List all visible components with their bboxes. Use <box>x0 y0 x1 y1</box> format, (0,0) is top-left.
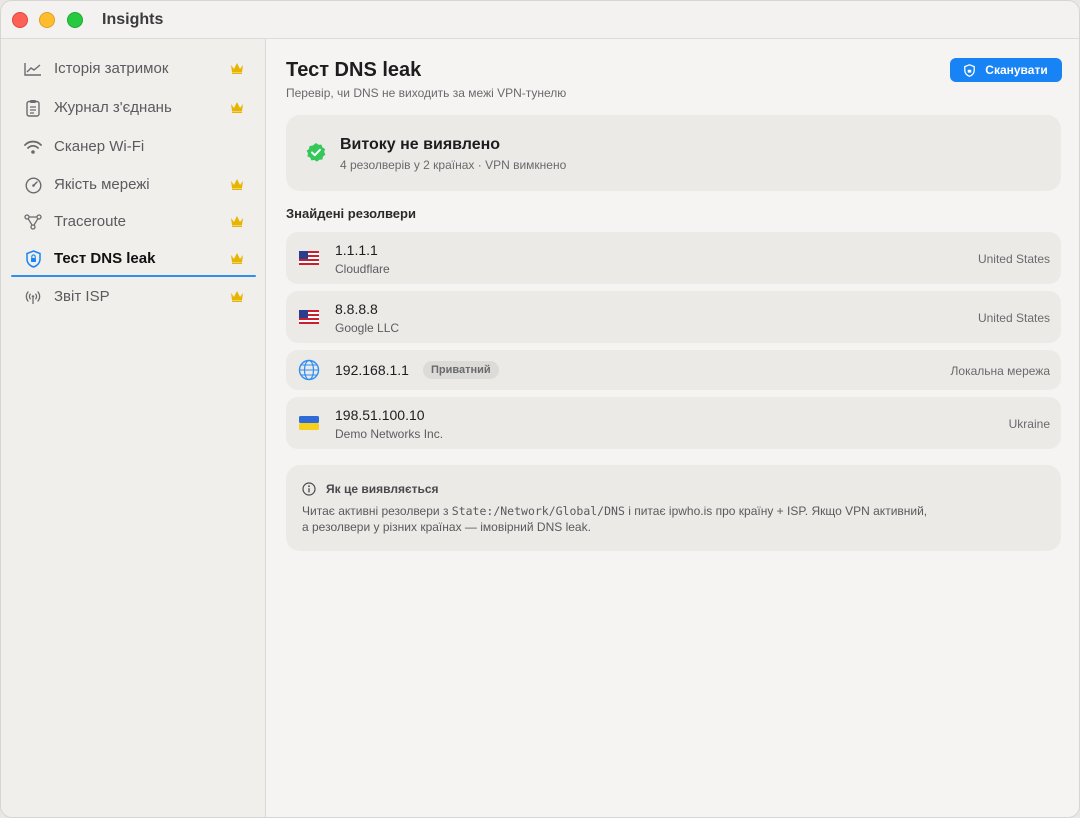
antenna-icon <box>23 288 43 306</box>
shield-icon <box>964 63 976 77</box>
active-indicator <box>11 275 256 277</box>
resolver-row[interactable]: 198.51.100.10 Demo Networks Inc. Ukraine <box>286 397 1061 449</box>
resolver-ip: 8.8.8.8 <box>335 301 378 317</box>
info-icon <box>302 482 316 496</box>
info-code: State:/Network/Global/DNS <box>451 504 625 518</box>
info-body: Читає активні резолвери з State:/Network… <box>302 503 1022 535</box>
sidebar-item-label: Тест DNS leak <box>54 250 156 267</box>
crown-icon <box>231 102 243 113</box>
zoom-window-button[interactable] <box>67 12 83 28</box>
info-text: Читає активні резолвери з <box>302 504 452 518</box>
resolver-ip: 1.1.1.1 <box>335 242 378 258</box>
sidebar-item-latency-history[interactable]: Історія затримок <box>11 52 256 86</box>
us-flag-icon <box>299 310 319 324</box>
page-subtitle: Перевір, чи DNS не виходить за межі VPN-… <box>286 86 567 100</box>
main-content: Тест DNS leak Перевір, чи DNS не виходит… <box>266 39 1079 817</box>
sidebar-item-dns-leak-test[interactable]: Тест DNS leak <box>11 242 256 277</box>
app-window: Insights Історія затримок Журнал з'єднан… <box>0 0 1080 818</box>
info-text: а резолвери у різних країнах — імовірний… <box>302 520 591 534</box>
status-card: Витоку не виявлено 4 резолверів у 2 краї… <box>286 115 1061 191</box>
resolver-ip: 198.51.100.10 <box>335 407 425 423</box>
app-title: Insights <box>102 11 164 28</box>
crown-icon <box>231 253 243 264</box>
crown-icon <box>231 291 243 302</box>
sidebar-item-label: Звіт ISP <box>54 288 110 305</box>
sidebar-item-network-quality[interactable]: Якість мережі <box>11 168 256 202</box>
resolver-row[interactable]: 192.168.1.1 Приватний Локальна мережа <box>286 350 1061 390</box>
resolver-ip: 192.168.1.1 <box>335 362 409 378</box>
status-title: Витоку не виявлено <box>340 136 501 153</box>
resolver-country: Локальна мережа <box>950 364 1050 378</box>
info-title: Як це виявляється <box>326 482 439 496</box>
sidebar-item-isp-report[interactable]: Звіт ISP <box>11 280 256 314</box>
minimize-window-button[interactable] <box>39 12 55 28</box>
resolver-org: Demo Networks Inc. <box>335 427 444 441</box>
info-card: Як це виявляється Читає активні резолвер… <box>286 465 1061 551</box>
gauge-icon <box>23 176 43 194</box>
status-subtitle: 4 резолверів у 2 країнах · VPN вимкнено <box>340 158 567 172</box>
sidebar-item-label: Traceroute <box>54 213 126 230</box>
resolver-row[interactable]: 1.1.1.1 Cloudflare United States <box>286 232 1061 284</box>
line-chart-icon <box>23 60 43 78</box>
sidebar-item-label: Журнал з'єднань <box>54 99 172 116</box>
private-badge: Приватний <box>423 361 499 379</box>
globe-icon <box>298 359 320 381</box>
info-text: і питає ipwho.is про країну + ISP. Якщо … <box>624 504 928 518</box>
resolver-country: Ukraine <box>1008 417 1050 431</box>
resolver-org: Cloudflare <box>335 262 390 276</box>
clipboard-icon <box>23 99 43 117</box>
close-window-button[interactable] <box>12 12 28 28</box>
sidebar-item-label: Історія затримок <box>54 60 169 77</box>
resolver-country: United States <box>977 252 1050 266</box>
section-title: Знайдені резолвери <box>286 206 416 221</box>
sidebar-item-wifi-scanner[interactable]: Сканер Wi-Fi <box>11 130 256 164</box>
crown-icon <box>231 63 243 74</box>
wifi-icon <box>23 138 43 156</box>
scan-button[interactable]: Сканувати <box>950 58 1062 82</box>
sidebar-item-connection-log[interactable]: Журнал з'єднань <box>11 91 256 125</box>
resolver-row[interactable]: 8.8.8.8 Google LLC United States <box>286 291 1061 343</box>
scan-button-label: Сканувати <box>985 63 1048 77</box>
shield-lock-icon <box>23 250 43 268</box>
ua-flag-icon <box>299 416 319 430</box>
crown-icon <box>231 179 243 190</box>
sidebar: Історія затримок Журнал з'єднань Сканер … <box>1 39 266 817</box>
crown-icon <box>231 216 243 227</box>
sidebar-item-label: Сканер Wi-Fi <box>54 138 145 155</box>
network-nodes-icon <box>23 213 43 231</box>
sidebar-item-traceroute[interactable]: Traceroute <box>11 205 256 239</box>
check-badge-icon <box>306 143 326 162</box>
sidebar-item-label: Якість мережі <box>54 176 150 193</box>
title-bar: Insights <box>1 1 1079 39</box>
us-flag-icon <box>299 251 319 265</box>
resolver-org: Google LLC <box>335 321 400 335</box>
resolver-country: United States <box>977 311 1050 325</box>
page-title: Тест DNS leak <box>286 59 422 81</box>
